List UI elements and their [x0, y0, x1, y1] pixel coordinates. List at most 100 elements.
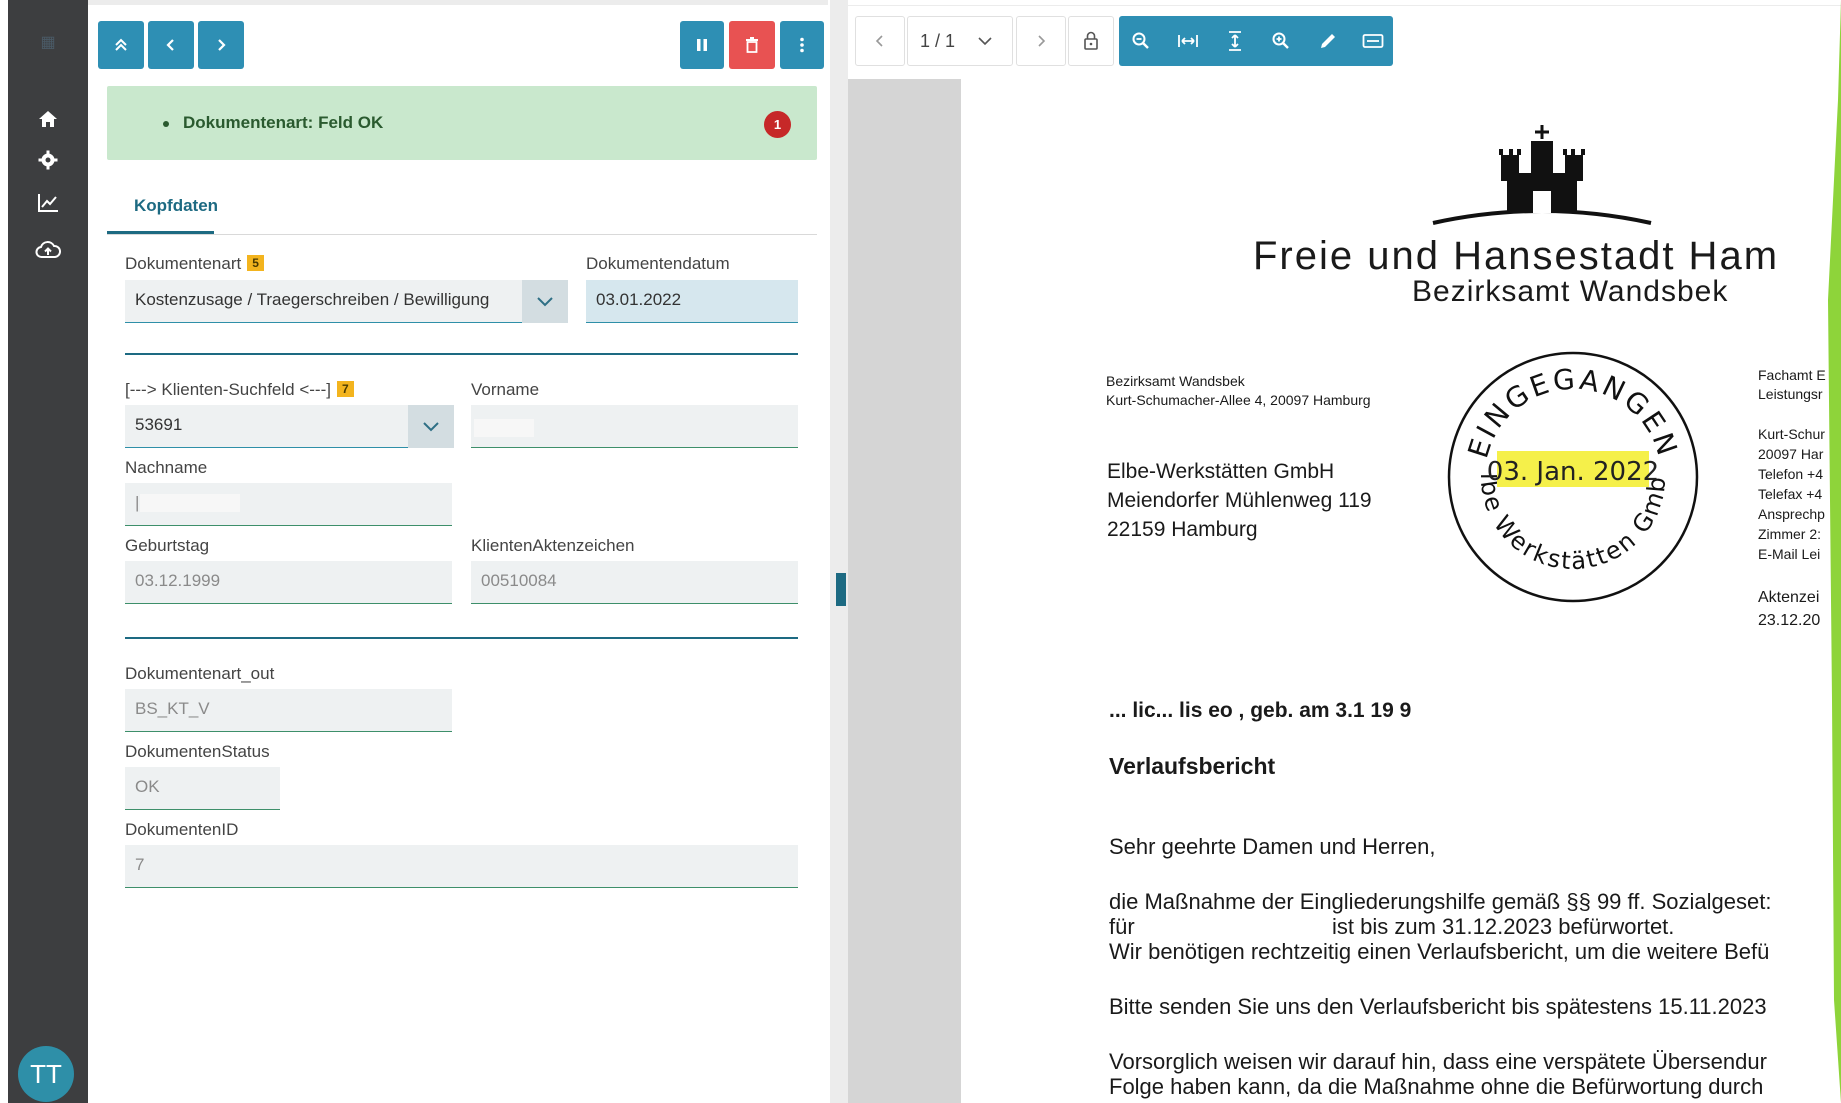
klienten-suchfeld-select[interactable]: 53691: [125, 405, 408, 448]
geburtstag-field[interactable]: 03.12.1999: [125, 561, 452, 604]
dokumentenart-dropdown-button[interactable]: [522, 280, 568, 323]
pen-icon[interactable]: [1316, 29, 1340, 53]
document-subtitle: Bezirksamt Wandsbek: [1412, 275, 1729, 308]
document-margin: [848, 79, 961, 1103]
chevron-down-icon: [537, 296, 553, 306]
dokumentenid-field[interactable]: 7: [125, 845, 798, 888]
more-button[interactable]: [780, 21, 824, 69]
cloud-upload-icon[interactable]: [34, 236, 62, 264]
app-window: ▦ TT Dokumentenart: Feld OK 1 Kopfdaten …: [0, 0, 1841, 1103]
avatar[interactable]: TT: [18, 1046, 74, 1102]
sender-line-1: Bezirksamt Wandsbek: [1106, 373, 1245, 389]
form-icon[interactable]: [1361, 29, 1385, 53]
bullet: [163, 121, 169, 127]
right-column-text: Telefax +4: [1758, 486, 1823, 502]
document-paragraph: Vorsorglich weisen wir darauf hin, dass …: [1109, 1049, 1767, 1074]
chevron-right-icon: [1038, 35, 1046, 47]
nachname-label: Nachname: [125, 458, 208, 477]
chevron-left-icon: [875, 35, 883, 47]
chevron-down-icon: [423, 421, 439, 431]
page-indicator: 1 / 1: [920, 30, 956, 51]
recipient-line: Elbe-Werkstätten GmbH: [1107, 460, 1335, 483]
right-column-text: 23.12.20: [1758, 612, 1821, 629]
first-button[interactable]: [98, 21, 144, 69]
document-paragraph: Folge haben kann, da die Maßnahme ohne d…: [1109, 1074, 1764, 1099]
zoom-out-icon[interactable]: [1129, 29, 1153, 53]
sender-line-2: Kurt-Schumacher-Allee 4, 20097 Hamburg: [1106, 392, 1371, 408]
dokumentendatum-label: Dokumentendatum: [586, 254, 730, 273]
klienten-suchfeld-label: [---> Klienten-Suchfeld <---] 7: [125, 380, 354, 400]
lock-icon: [1084, 31, 1098, 50]
tab-divider: [107, 234, 817, 235]
app-logo-icon[interactable]: ▦: [38, 32, 58, 52]
delete-button[interactable]: [729, 21, 775, 69]
dokumentenstatus-field[interactable]: OK: [125, 767, 280, 810]
fit-width-icon[interactable]: [1176, 29, 1200, 53]
document-paragraph: die Maßnahme der Eingliederungshilfe gem…: [1109, 889, 1772, 914]
alert-message: Dokumentenart: Feld OK: [183, 113, 384, 132]
pause-button[interactable]: [680, 21, 724, 69]
double-chevron-up-icon: [115, 38, 127, 51]
svg-text:03. Jan. 2022: 03. Jan. 2022: [1487, 457, 1659, 487]
gear-icon[interactable]: [34, 146, 62, 174]
dokumentenart-out-field[interactable]: BS_KT_V: [125, 689, 452, 732]
dokumentenart-out-label: Dokumentenart_out: [125, 664, 275, 683]
right-column-text: Telefon +4: [1758, 466, 1823, 482]
sidebar: ▦ TT: [8, 0, 88, 1103]
viewer-prev-page-button[interactable]: [855, 16, 905, 66]
document-paragraph: für: [1109, 914, 1135, 939]
right-column-text: Zimmer 2:: [1758, 526, 1821, 542]
document-paragraph: Wir benötigen rechtzeitig einen Verlaufs…: [1109, 939, 1770, 964]
chart-icon[interactable]: [34, 189, 62, 217]
fit-height-icon[interactable]: [1223, 29, 1247, 53]
vorname-label: Vorname: [471, 380, 540, 399]
next-button[interactable]: [198, 21, 244, 69]
document-heading: Verlaufsbericht: [1109, 753, 1276, 779]
received-stamp: EINGEGANGEN Elbe Werkstätten GmbH 03. Ja…: [1445, 349, 1699, 603]
chevron-right-icon: [218, 39, 226, 51]
decorative-edge: [1828, 0, 1841, 1103]
klienten-suchfeld-badge: 7: [336, 381, 354, 397]
right-column-text: Ansprechp: [1758, 506, 1825, 522]
hamburg-coat-of-arms-icon: [1432, 125, 1652, 225]
trash-icon: [746, 37, 758, 53]
alert-count-badge[interactable]: 1: [764, 111, 791, 138]
document-title: Freie und Hansestadt Ham: [1253, 234, 1780, 278]
panel-splitter[interactable]: [830, 0, 848, 1103]
dokumentenart-select[interactable]: Kostenzusage / Traegerschreiben / Bewill…: [125, 280, 522, 323]
chevron-left-icon: [166, 39, 174, 51]
splitter-handle[interactable]: [836, 573, 846, 606]
redaction: [474, 419, 534, 437]
section-separator: [125, 353, 798, 355]
more-vert-icon: [800, 37, 804, 53]
recipient-address: Elbe-Werkstätten GmbH Meiendorfer Mühlen…: [1107, 457, 1372, 544]
viewer-next-page-button[interactable]: [1016, 16, 1066, 66]
document-page: Freie und Hansestadt Ham Bezirksamt Wand…: [961, 79, 1841, 1103]
tab-kopfdaten[interactable]: Kopfdaten: [107, 186, 218, 234]
chevron-down-icon: [978, 37, 992, 46]
document-subject: ... lic... lis eo , geb. am 3.1 19 9: [1109, 699, 1412, 722]
lock-button[interactable]: [1068, 16, 1114, 66]
klientenaktenzeichen-field[interactable]: 00510084: [471, 561, 798, 604]
right-column-text: E-Mail Lei: [1758, 546, 1821, 562]
right-column-text: Kurt-Schur: [1758, 426, 1825, 442]
right-column-text: 20097 Har: [1758, 446, 1824, 462]
dokumentenart-badge: 5: [247, 255, 264, 271]
dokumentendatum-field[interactable]: 03.01.2022: [586, 280, 798, 323]
document-salutation: Sehr geehrte Damen und Herren,: [1109, 834, 1436, 859]
home-icon[interactable]: [34, 105, 62, 133]
pause-icon: [697, 39, 707, 51]
validation-alert: Dokumentenart: Feld OK 1: [107, 86, 817, 160]
previous-button[interactable]: [148, 21, 194, 69]
dokumentenart-label: Dokumentenart 5: [125, 254, 264, 274]
zoom-in-icon[interactable]: [1269, 29, 1293, 53]
section-separator: [125, 637, 798, 639]
geburtstag-label: Geburtstag: [125, 536, 210, 555]
right-column-text: Leistungsr: [1758, 386, 1823, 402]
klienten-suchfeld-dropdown-button[interactable]: [408, 405, 454, 448]
right-column-text: Aktenzei: [1758, 589, 1820, 606]
recipient-line: 22159 Hamburg: [1107, 518, 1258, 541]
dokumentenstatus-label: DokumentenStatus: [125, 742, 270, 761]
redaction: [140, 494, 240, 512]
page-selector[interactable]: 1 / 1: [907, 16, 1013, 66]
